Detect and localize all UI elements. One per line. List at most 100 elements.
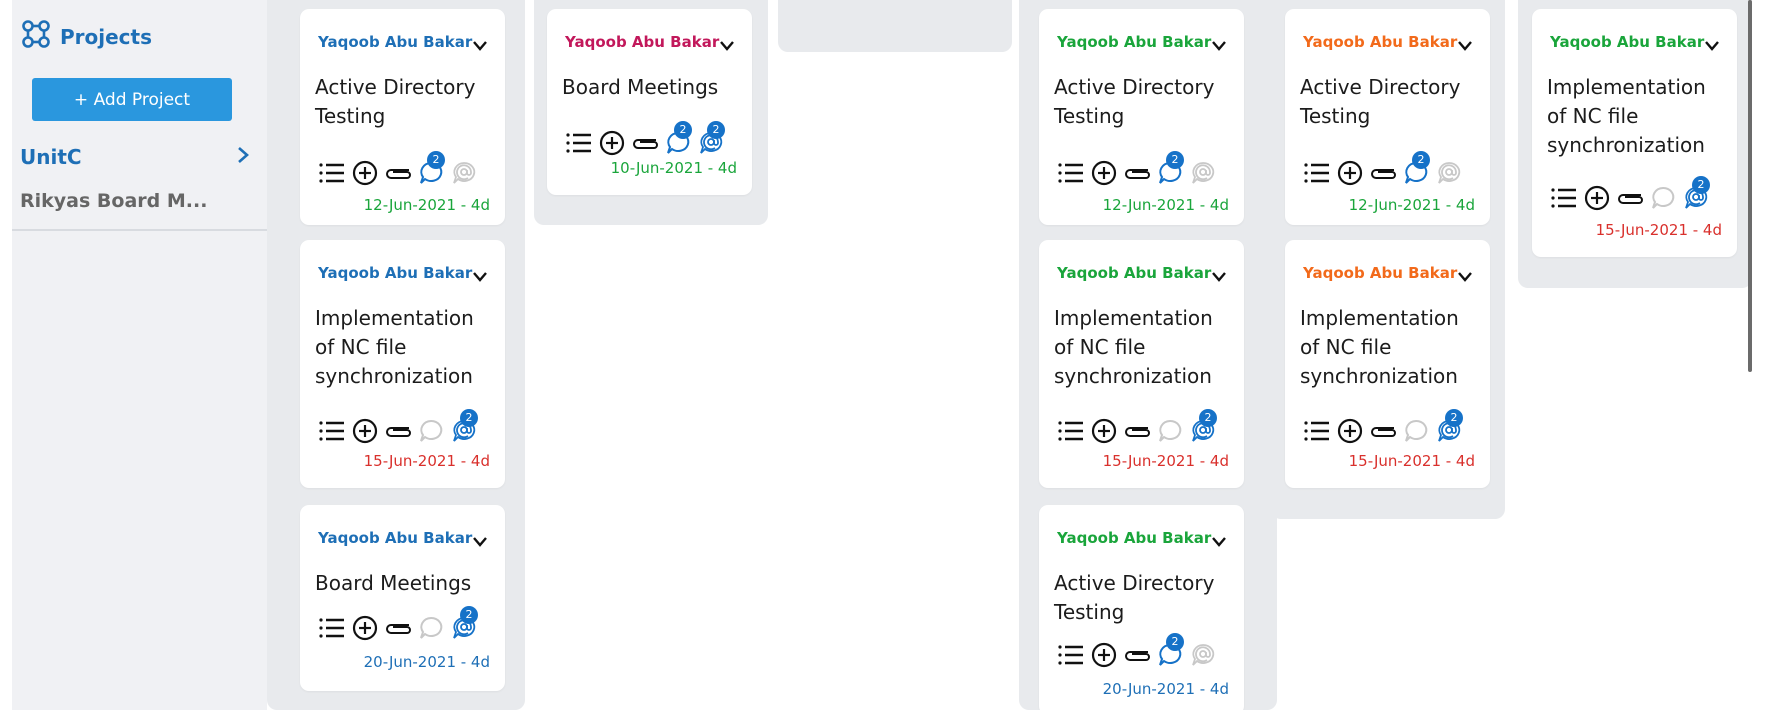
comment-icon[interactable]: 2 — [1153, 633, 1186, 669]
comment-count-badge: 2 — [427, 151, 445, 169]
checklist-icon[interactable] — [1300, 159, 1333, 187]
mention-icon[interactable]: 2 — [1186, 409, 1219, 445]
add-circle-icon[interactable] — [1087, 159, 1120, 187]
comment-count-badge: 2 — [1166, 633, 1184, 651]
attachment-icon[interactable] — [1613, 184, 1646, 212]
add-circle-icon[interactable] — [1087, 417, 1120, 445]
chevron-down-icon[interactable] — [1212, 267, 1226, 282]
attachment-icon[interactable] — [1120, 417, 1153, 445]
mention-icon[interactable]: 2 — [447, 606, 480, 642]
add-circle-icon[interactable] — [595, 129, 628, 157]
mention-count-badge: 2 — [1199, 409, 1217, 427]
card-assignee: Yaqoob Abu Bakar — [1303, 33, 1458, 51]
chevron-down-icon[interactable] — [473, 532, 487, 547]
attachment-icon[interactable] — [381, 159, 414, 187]
card-title: Active Directory Testing — [1054, 75, 1215, 128]
card-assignee: Yaqoob Abu Bakar — [318, 529, 473, 547]
chevron-down-icon[interactable] — [1458, 267, 1472, 282]
comment-icon[interactable] — [414, 417, 447, 445]
checklist-icon[interactable] — [315, 417, 348, 445]
card-title: Board Meetings — [562, 75, 719, 99]
comment-count-badge: 2 — [1412, 151, 1430, 169]
add-circle-icon[interactable] — [1580, 184, 1613, 212]
mention-icon[interactable]: 2 — [447, 409, 480, 445]
attachment-icon[interactable] — [1120, 641, 1153, 669]
unit-item[interactable]: UnitC — [20, 140, 250, 174]
card-title: Implementation of NC file synchronizatio… — [1054, 306, 1213, 388]
mention-icon[interactable] — [447, 159, 480, 187]
checklist-icon[interactable] — [1054, 641, 1087, 669]
checklist-icon[interactable] — [1300, 417, 1333, 445]
sub-project-item[interactable]: Rikyas Board M... — [20, 190, 207, 212]
attachment-icon[interactable] — [1366, 159, 1399, 187]
attachment-icon[interactable] — [1120, 159, 1153, 187]
add-circle-icon[interactable] — [1333, 417, 1366, 445]
chevron-down-icon[interactable] — [1458, 36, 1472, 51]
attachment-icon[interactable] — [628, 129, 661, 157]
mention-icon[interactable]: 2 — [1679, 176, 1712, 212]
mention-icon[interactable]: 2 — [1432, 409, 1465, 445]
chevron-down-icon[interactable] — [473, 267, 487, 282]
task-card[interactable]: Yaqoob Abu Bakar Active Directory Testing… — [1039, 505, 1244, 710]
card-assignee: Yaqoob Abu Bakar — [1057, 264, 1212, 282]
chevron-down-icon[interactable] — [1212, 532, 1226, 547]
comment-icon[interactable]: 2 — [414, 151, 447, 187]
card-title: Implementation of NC file synchronizatio… — [1547, 75, 1706, 157]
mention-count-badge: 2 — [460, 606, 478, 624]
card-title: Implementation of NC file synchronizatio… — [315, 306, 474, 388]
card-title: Active Directory Testing — [1054, 571, 1215, 624]
chevron-down-icon[interactable] — [1705, 36, 1719, 51]
card-assignee: Yaqoob Abu Bakar — [1303, 264, 1458, 282]
mention-count-badge: 2 — [1445, 409, 1463, 427]
checklist-icon[interactable] — [1547, 184, 1580, 212]
comment-icon[interactable]: 2 — [1153, 151, 1186, 187]
card-actions: 2 — [315, 409, 480, 445]
add-circle-icon[interactable] — [1087, 641, 1120, 669]
attachment-icon[interactable] — [1366, 417, 1399, 445]
mention-icon[interactable] — [1432, 159, 1465, 187]
task-card[interactable]: Yaqoob Abu Bakar Board Meetings 2 20-Jun-20… — [300, 505, 505, 691]
add-circle-icon[interactable] — [348, 417, 381, 445]
vertical-scrollbar[interactable] — [1748, 0, 1752, 372]
task-card[interactable]: Yaqoob Abu Bakar Implementation of NC fil… — [1532, 9, 1737, 257]
checklist-icon[interactable] — [1054, 159, 1087, 187]
chevron-down-icon[interactable] — [1212, 36, 1226, 51]
projects-header[interactable]: Projects — [20, 18, 152, 55]
add-circle-icon[interactable] — [1333, 159, 1366, 187]
chevron-down-icon[interactable] — [720, 36, 734, 51]
app-window: Projects + Add Project UnitC Rikyas Boar… — [0, 0, 1780, 715]
checklist-icon[interactable] — [315, 159, 348, 187]
add-project-button[interactable]: + Add Project — [32, 78, 232, 121]
comment-icon[interactable] — [1153, 417, 1186, 445]
card-due-date: 12-Jun-2021 - 4d — [363, 196, 490, 214]
card-due-date: 10-Jun-2021 - 4d — [610, 159, 737, 177]
checklist-icon[interactable] — [1054, 417, 1087, 445]
task-card[interactable]: Yaqoob Abu Bakar Implementation of NC fil… — [300, 240, 505, 488]
comment-icon[interactable] — [1399, 417, 1432, 445]
attachment-icon[interactable] — [381, 614, 414, 642]
task-card[interactable]: Yaqoob Abu Bakar Active Directory Testing… — [300, 9, 505, 225]
comment-icon[interactable]: 2 — [661, 121, 694, 157]
task-card[interactable]: Yaqoob Abu Bakar Implementation of NC fil… — [1039, 240, 1244, 488]
mention-icon[interactable]: 2 — [694, 121, 727, 157]
mention-icon[interactable] — [1186, 159, 1219, 187]
chevron-right-icon — [236, 145, 250, 170]
attachment-icon[interactable] — [381, 417, 414, 445]
checklist-icon[interactable] — [562, 129, 595, 157]
comment-count-badge: 2 — [674, 121, 692, 139]
comment-icon[interactable] — [414, 614, 447, 642]
task-card[interactable]: Yaqoob Abu Bakar Board Meetings 2 2 10-Jun-2… — [547, 9, 752, 195]
sidebar-divider — [12, 229, 267, 231]
card-actions: 2 — [1300, 151, 1465, 187]
task-card[interactable]: Yaqoob Abu Bakar Active Directory Testing… — [1039, 9, 1244, 225]
task-card[interactable]: Yaqoob Abu Bakar Implementation of NC fil… — [1285, 240, 1490, 488]
task-card[interactable]: Yaqoob Abu Bakar Active Directory Testing… — [1285, 9, 1490, 225]
chevron-down-icon[interactable] — [473, 36, 487, 51]
comment-icon[interactable] — [1646, 184, 1679, 212]
checklist-icon[interactable] — [315, 614, 348, 642]
add-circle-icon[interactable] — [348, 614, 381, 642]
card-actions: 2 — [1547, 176, 1712, 212]
add-circle-icon[interactable] — [348, 159, 381, 187]
mention-icon[interactable] — [1186, 641, 1219, 669]
comment-icon[interactable]: 2 — [1399, 151, 1432, 187]
